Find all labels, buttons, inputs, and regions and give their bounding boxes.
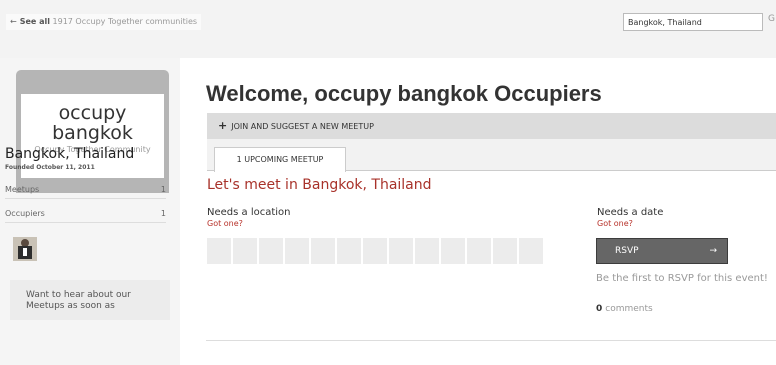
sidebar-item-meetups[interactable]: Meetups 1: [5, 181, 166, 199]
avatar-shirt: [23, 248, 27, 256]
search-input[interactable]: [623, 13, 763, 31]
comments-label: comments: [605, 304, 653, 314]
meetup-title[interactable]: Let's meet in Bangkok, Thailand: [207, 177, 432, 193]
member-avatar[interactable]: [13, 237, 37, 261]
city-name: Bangkok, Thailand: [5, 146, 135, 162]
notify-box: Want to hear about our Meetups as soon a…: [10, 280, 170, 320]
plus-icon: +: [218, 119, 228, 132]
back-arrow-icon: ←: [10, 17, 17, 26]
member-slot: [493, 238, 517, 264]
comments-count: 0: [596, 304, 603, 314]
member-slot: [363, 238, 387, 264]
member-slot: [389, 238, 413, 264]
location-label: Needs a location: [207, 207, 291, 218]
stat-label: Occupiers: [5, 209, 45, 218]
member-slot: [207, 238, 231, 264]
join-label: JOIN AND SUGGEST A NEW MEETUP: [231, 122, 374, 131]
sidebar-item-occupiers[interactable]: Occupiers 1: [5, 205, 166, 223]
date-got-one-link[interactable]: Got one?: [597, 219, 633, 228]
location-got-one-link[interactable]: Got one?: [207, 219, 243, 228]
member-slot: [415, 238, 439, 264]
tab-strip: 1 UPCOMING MEETUP: [207, 139, 776, 172]
arrow-right-icon: →: [709, 246, 717, 256]
founded-date: Founded October 11, 2011: [5, 164, 95, 171]
member-slot: [519, 238, 543, 264]
member-slot: [233, 238, 257, 264]
date-label: Needs a date: [597, 207, 664, 218]
see-all-communities-link[interactable]: ← See all 1917 Occupy Together communitie…: [6, 14, 202, 30]
member-slot: [337, 238, 361, 264]
member-slot: [467, 238, 491, 264]
member-slot: [259, 238, 283, 264]
comments-link[interactable]: 0 comments: [596, 304, 653, 314]
top-bar: ← See all 1917 Occupy Together communitie…: [0, 0, 776, 58]
search-button[interactable]: G: [768, 14, 775, 24]
join-suggest-button[interactable]: + JOIN AND SUGGEST A NEW MEETUP: [207, 113, 776, 139]
member-slot: [285, 238, 309, 264]
tab-upcoming-meetups[interactable]: 1 UPCOMING MEETUP: [214, 147, 346, 172]
see-all-text: 1917 Occupy Together communities: [52, 17, 198, 26]
see-all-prefix: See all: [19, 17, 50, 26]
page-title: Welcome, occupy bangkok Occupiers: [206, 81, 602, 106]
stat-label: Meetups: [5, 185, 40, 194]
first-rsvp-text: Be the first to RSVP for this event!: [596, 273, 768, 284]
logo-title: occupy bangkok: [52, 102, 133, 144]
community-logo[interactable]: occupy bangkok Occupy Together Community: [16, 70, 169, 193]
stat-count: 1: [160, 209, 166, 218]
member-slot: [311, 238, 335, 264]
divider: [206, 340, 776, 341]
member-grid: [207, 238, 547, 264]
member-slot: [441, 238, 465, 264]
notify-text: Want to hear about our Meetups as soon a…: [26, 290, 131, 311]
stat-count: 1: [160, 185, 166, 194]
rsvp-label: RSVP: [615, 246, 639, 256]
rsvp-button[interactable]: RSVP →: [596, 238, 728, 264]
